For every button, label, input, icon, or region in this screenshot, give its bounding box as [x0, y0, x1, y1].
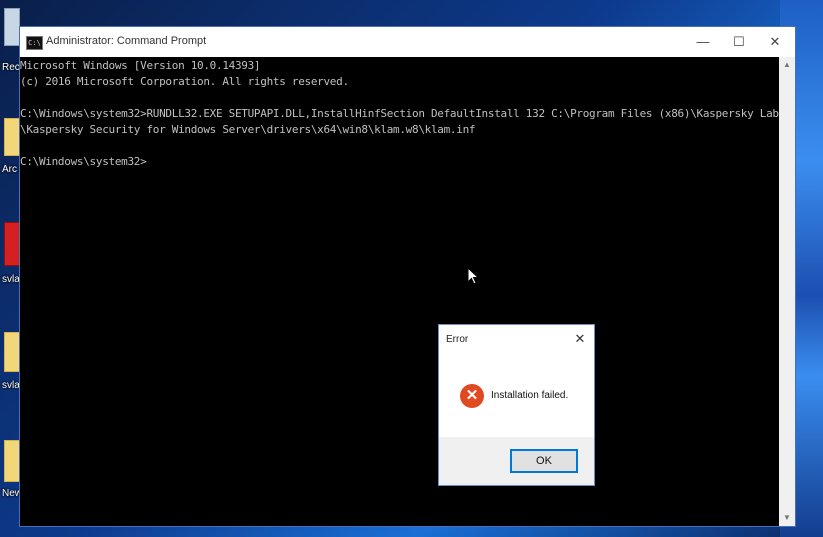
console-output[interactable]: Microsoft Windows [Version 10.0.14393] (…	[20, 57, 779, 526]
mouse-pointer-icon	[467, 267, 480, 285]
console-line: (c) 2016 Microsoft Corporation. All righ…	[20, 75, 349, 88]
maximize-button[interactable]: ☐	[721, 27, 757, 57]
window-title: Administrator: Command Prompt	[46, 35, 207, 47]
desktop-icon-label: Arc	[2, 164, 17, 175]
dialog-button-bar: OK	[439, 437, 594, 485]
recycle-bin-icon	[4, 8, 20, 46]
folder-icon	[4, 118, 20, 156]
minimize-button[interactable]: —	[685, 27, 721, 57]
close-button[interactable]: ✕	[757, 27, 793, 57]
dialog-title: Error	[446, 334, 469, 345]
window-titlebar[interactable]: C:\ Administrator: Command Prompt — ☐ ✕	[20, 27, 795, 57]
dialog-message: Installation failed.	[491, 390, 569, 401]
scroll-up-arrow-icon[interactable]: ▲	[779, 57, 795, 73]
console-line: \Kaspersky Security for Windows Server\d…	[20, 123, 476, 136]
folder-icon	[4, 440, 20, 482]
error-icon: ✕	[460, 384, 484, 408]
app-icon	[4, 222, 20, 266]
console-line: Microsoft Windows [Version 10.0.14393]	[20, 59, 261, 72]
ok-button[interactable]: OK	[510, 449, 578, 473]
command-prompt-icon: C:\	[26, 36, 43, 50]
dialog-close-button[interactable]: ✕	[570, 329, 590, 349]
scroll-down-arrow-icon[interactable]: ▼	[779, 510, 795, 526]
command-prompt-window[interactable]: C:\ Administrator: Command Prompt — ☐ ✕ …	[19, 26, 796, 527]
folder-icon	[4, 332, 20, 372]
error-dialog[interactable]: Error ✕ ✕ Installation failed. OK	[438, 324, 595, 486]
console-line: C:\Windows\system32>RUNDLL32.EXE SETUPAP…	[20, 107, 779, 120]
console-prompt: C:\Windows\system32>	[20, 155, 147, 168]
vertical-scrollbar[interactable]: ▲ ▼	[779, 57, 795, 526]
